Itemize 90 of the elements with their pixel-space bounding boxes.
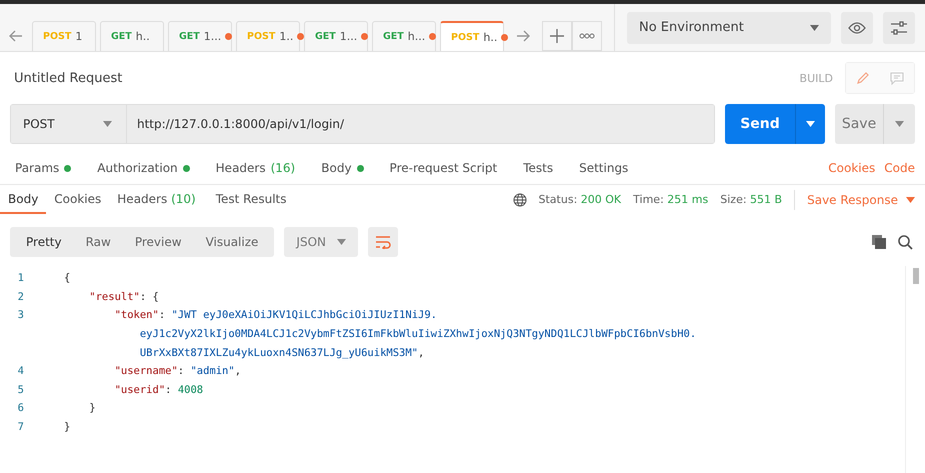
tab-title: h.. [136, 30, 150, 43]
view-mode-tab[interactable]: Raw [74, 227, 123, 257]
unsaved-dot-icon [361, 33, 368, 40]
code-line: "userid": 4008 [114, 384, 204, 396]
unsaved-dot-icon [225, 33, 232, 40]
method-label: GET [179, 31, 200, 42]
unsaved-dot-icon [297, 33, 304, 40]
request-section-tab[interactable]: Body [321, 161, 364, 175]
code-line: { [64, 272, 70, 284]
code-line: eyJ1c2VyX2lkIjo0MDA4LCJ1c2VybmFtZSI6ImFkbWluIiwiZXhwIjoxNjQ3NTgyNDQ1LCJlbWFpbCI6bnVsbH0. [138, 328, 696, 340]
environment-select[interactable]: No Environment [627, 12, 831, 44]
view-mode-tab[interactable]: Visualize [194, 227, 270, 257]
method-label: GET [383, 31, 404, 42]
view-mode-tab[interactable]: Pretty [14, 227, 74, 257]
caret-icon [906, 196, 915, 202]
globe-icon [512, 192, 527, 206]
sliders-icon [890, 20, 908, 34]
caret-icon [337, 239, 346, 245]
unsaved-dot-icon [429, 33, 436, 40]
comment-icon [890, 72, 904, 84]
copy-icon[interactable] [872, 234, 886, 250]
line-number: 4 [16, 365, 25, 378]
request-tab[interactable]: GET 1... [168, 21, 232, 51]
caret-icon [895, 121, 904, 127]
request-tab[interactable]: GET h... [372, 21, 436, 51]
request-section-tab[interactable]: Settings [579, 161, 628, 175]
request-section-tab[interactable]: Tests [523, 161, 554, 175]
tab-title: 1 [75, 30, 82, 43]
response-tab[interactable]: Headers (10) [109, 185, 204, 214]
line-number: 6 [16, 402, 25, 414]
method-label: GET [315, 31, 336, 42]
settings-button[interactable] [883, 12, 915, 44]
send-button[interactable]: Send [725, 104, 795, 144]
caret-icon [806, 121, 815, 127]
code-line: "result": { [88, 290, 159, 303]
response-stat: Size: 551 B [720, 193, 782, 206]
tab-title: 1.. [279, 30, 294, 43]
pencil-icon [856, 71, 870, 85]
wrap-lines-button[interactable] [368, 227, 398, 257]
new-tab-button[interactable] [542, 21, 572, 51]
save-button[interactable]: Save [835, 104, 883, 144]
code-line: } [64, 421, 70, 434]
search-icon[interactable] [898, 234, 913, 250]
wrap-icon [375, 235, 392, 249]
view-mode-tab[interactable]: Preview [122, 227, 194, 257]
code-line: "username": "admin", [114, 365, 242, 378]
method-label: POST [247, 31, 276, 42]
response-stat: Status: 200 OK [538, 193, 622, 206]
tab-title: 1... [340, 30, 358, 43]
eye-icon [848, 22, 866, 34]
method-select[interactable]: POST [11, 105, 127, 143]
response-tab[interactable]: Body [0, 185, 46, 214]
code-line: UBrXxBXt87IXLZu4ykLuoxn4SN637LJg_yU6uikMS3M", [138, 346, 424, 359]
request-bar[interactable]: POST http://127.0.0.1:8000/api/v1/login/ [10, 104, 715, 144]
code-line: } [88, 402, 96, 414]
line-number: 2 [16, 290, 25, 303]
method-label: POST [451, 32, 480, 42]
save-options-button[interactable] [883, 104, 915, 144]
more-icon [579, 33, 595, 39]
plus-icon [550, 29, 564, 43]
request-tab[interactable]: POST 1 [32, 21, 96, 51]
tab-title: h.. [483, 30, 498, 44]
line-number: 3 [16, 309, 25, 322]
unsaved-dot-icon [501, 34, 508, 40]
tab-title: h... [408, 30, 426, 43]
eye-button[interactable] [841, 12, 873, 44]
method-label: POST [43, 31, 72, 42]
tab-title: 1... [204, 30, 222, 43]
response-stat: Time: 251 ms [633, 193, 708, 206]
request-tab[interactable]: GET 1... [304, 21, 368, 51]
code-line: "token": "JWT eyJ0eXAiOiJKV1QiLCJhbGciOiJIUzI1NiJ9. [114, 309, 437, 322]
more-button[interactable] [572, 21, 602, 51]
request-title: Untitled Request [14, 70, 124, 86]
caret-icon [810, 24, 819, 30]
request-section-tab[interactable]: Pre-request Script [390, 161, 498, 175]
caret-icon [103, 121, 112, 127]
method-label: GET [111, 31, 132, 42]
request-tab[interactable]: GET h.. [100, 21, 164, 51]
response-tab[interactable]: Cookies [46, 185, 110, 214]
mode-label: BUILD [800, 72, 833, 84]
line-number: 1 [16, 272, 25, 284]
request-section-tab[interactable]: Authorization [97, 161, 190, 175]
scrollbar-thumb[interactable] [912, 268, 918, 284]
format-select[interactable]: JSON [284, 227, 358, 257]
send-options-button[interactable] [795, 104, 825, 144]
request-section-tab[interactable]: Headers (16) [216, 161, 296, 175]
response-tab[interactable]: Test Results [208, 185, 294, 214]
line-number: 5 [16, 384, 25, 396]
line-number: 7 [16, 421, 25, 434]
request-section-tab[interactable]: Params [15, 161, 72, 175]
